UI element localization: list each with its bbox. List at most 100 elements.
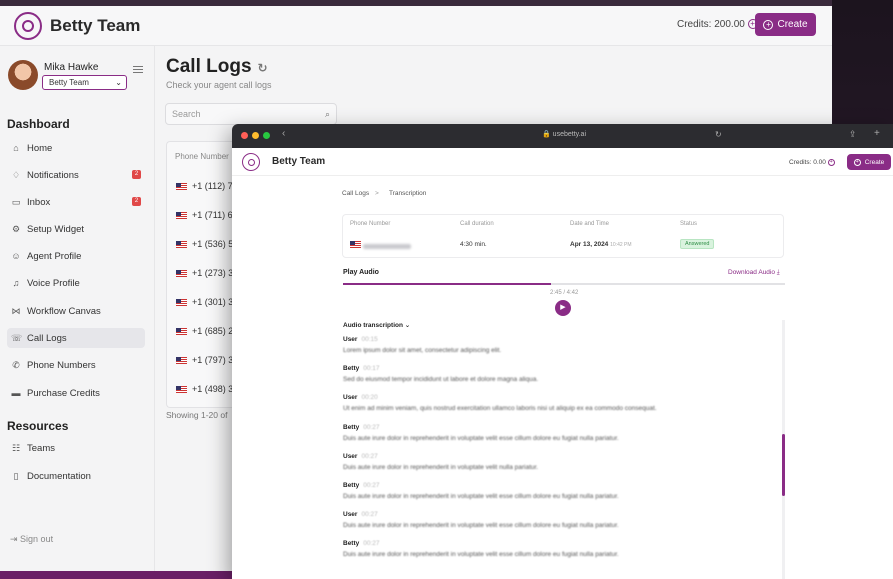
us-flag-icon: [350, 241, 361, 248]
us-flag-icon: [176, 356, 187, 364]
create-button[interactable]: + Create: [755, 13, 816, 36]
download-audio-link[interactable]: Download Audio ⤓: [728, 269, 780, 277]
avatar[interactable]: [8, 60, 38, 90]
user-name: Mika Hawke: [44, 62, 99, 73]
share-icon[interactable]: ⇪: [849, 129, 857, 140]
book-icon: ▯: [13, 470, 19, 481]
status-badge: Answered: [680, 239, 715, 249]
workflow-icon: ⋈: [11, 305, 21, 316]
us-flag-icon: [176, 240, 187, 248]
brand-logo-icon: [14, 12, 42, 40]
sidebar-item-voice-profile[interactable]: ♫ Voice Profile: [7, 273, 145, 293]
chevron-down-icon: ⌄: [115, 78, 122, 87]
sign-out-link[interactable]: ⇥ Sign out: [10, 534, 53, 545]
table-row[interactable]: +1 (112) 7: [176, 181, 233, 191]
transcript-text: Sed do eiusmod tempor incididunt ut labo…: [343, 376, 539, 384]
sidebar-item-phone-numbers[interactable]: ✆ Phone Numbers: [7, 355, 145, 375]
transcript-text: Duis aute irure dolor in reprehenderit i…: [343, 551, 619, 559]
new-tab-icon[interactable]: +: [874, 128, 880, 139]
sidebar-item-teams[interactable]: ☷ Teams: [7, 438, 145, 458]
page-subtitle: Check your agent call logs: [166, 80, 272, 90]
menu-icon[interactable]: [133, 66, 143, 75]
us-flag-icon: [176, 269, 187, 277]
create-button[interactable]: + Create: [847, 154, 891, 170]
sidebar-item-label: Setup Widget: [27, 223, 85, 235]
table-row[interactable]: +1 (711) 6: [176, 210, 233, 220]
column-header-phone: Phone Number: [175, 152, 229, 161]
table-row[interactable]: +1 (536) 5: [176, 239, 233, 249]
transcription-title[interactable]: Audio transcription ⌄: [343, 321, 410, 329]
sidebar-item-inbox[interactable]: ▭ Inbox 2: [7, 192, 145, 212]
detail-date: Apr 13, 2024 10:42 PM: [570, 241, 632, 248]
us-flag-icon: [176, 182, 187, 190]
page-title: Call Logs ↻: [166, 56, 268, 77]
us-flag-icon: [176, 385, 187, 393]
sidebar-item-label: Teams: [27, 442, 55, 454]
pagination-info: Showing 1-20 of: [166, 410, 228, 420]
sidebar-item-home[interactable]: ⌂ Home: [7, 138, 145, 158]
sidebar-item-label: Agent Profile: [27, 250, 82, 262]
credits-display: Credits: 0.00 +: [789, 159, 835, 166]
table-row[interactable]: +1 (685) 2: [176, 326, 233, 336]
sidebar-item-documentation[interactable]: ▯ Documentation: [7, 466, 145, 486]
address-bar[interactable]: 🔒 usebetty.ai: [542, 130, 586, 138]
refresh-icon[interactable]: ↻: [258, 61, 268, 75]
sidebar-item-setup-widget[interactable]: ⚙ Setup Widget: [7, 219, 145, 239]
sidebar-item-label: Workflow Canvas: [27, 305, 101, 317]
transcript-speaker: User 00:20: [343, 394, 378, 402]
voice-icon: ♫: [12, 278, 20, 288]
search-input[interactable]: Search ⌕: [165, 103, 337, 125]
top-bar: Betty Team Credits: 200.00 + + Create: [0, 6, 832, 46]
plus-icon: +: [763, 19, 774, 30]
sidebar-item-agent-profile[interactable]: ☺ Agent Profile: [7, 246, 145, 266]
transcript-text: Duis aute irure dolor in reprehenderit i…: [343, 463, 539, 471]
transcript-speaker: Betty 00:27: [343, 423, 380, 431]
breadcrumb-current: Transcription: [389, 190, 427, 197]
close-window-button[interactable]: [241, 132, 248, 139]
add-credits-icon[interactable]: +: [827, 159, 835, 166]
audio-progress-track[interactable]: [343, 283, 785, 285]
phone-icon: ✆: [12, 359, 20, 370]
section-dashboard: Dashboard: [7, 117, 70, 131]
sidebar: Mika Hawke Betty Team ⌄ Dashboard ⌂ Home ♢ N…: [0, 46, 155, 571]
table-row[interactable]: +1 (273) 3: [176, 268, 233, 278]
play-button[interactable]: ▶: [555, 300, 571, 316]
minimize-window-button[interactable]: [252, 132, 259, 139]
us-flag-icon: [176, 211, 187, 219]
sidebar-item-purchase-credits[interactable]: ▬ Purchase Credits: [7, 383, 145, 403]
section-resources: Resources: [7, 419, 69, 433]
table-row[interactable]: +1 (301) 3: [176, 297, 233, 307]
detail-duration: 4:30 min.: [460, 241, 487, 248]
notification-badge: 2: [132, 170, 141, 179]
sidebar-item-notifications[interactable]: ♢ Notifications 2: [7, 165, 145, 185]
sidebar-item-label: Home: [27, 142, 53, 154]
back-arrow-icon[interactable]: ‹: [282, 128, 285, 139]
browser-toolbar: ‹ 🔒 usebetty.ai ↻ ⇪ +: [232, 124, 893, 148]
maximize-window-button[interactable]: [263, 132, 270, 139]
transcript-speaker: Betty 00:27: [343, 482, 380, 489]
brand-name: Betty Team: [272, 156, 326, 167]
us-flag-icon: [176, 327, 187, 335]
sidebar-item-call-logs[interactable]: ☏ Call Logs: [7, 328, 145, 348]
notification-badge: 2: [132, 197, 141, 206]
sidebar-item-workflow-canvas[interactable]: ⋈ Workflow Canvas: [7, 301, 145, 321]
transcript-text: Lorem ipsum dolor sit amet, consectetur …: [343, 347, 502, 354]
reload-icon[interactable]: ↻: [715, 130, 722, 139]
chevron-down-icon: ⌄: [404, 322, 411, 329]
header-phone: Phone Number: [350, 221, 391, 227]
header-duration: Call duration: [460, 221, 494, 227]
team-select[interactable]: Betty Team ⌄: [42, 75, 127, 90]
table-row[interactable]: +1 (498) 3: [176, 384, 233, 394]
sidebar-item-label: Purchase Credits: [27, 387, 100, 399]
brand-logo-icon: [242, 153, 260, 171]
table-row[interactable]: +1 (797) 3: [176, 355, 233, 365]
gear-icon: ⚙: [11, 223, 21, 234]
transcript-text: Duis aute irure dolor in reprehenderit i…: [343, 434, 619, 442]
transcript-speaker: User 00:15: [343, 336, 378, 343]
transcript-scrollbar-thumb[interactable]: [782, 434, 785, 496]
breadcrumb-root[interactable]: Call Logs: [342, 190, 369, 197]
search-icon: ⌕: [324, 109, 330, 119]
transcript-speaker: Betty 00:27: [343, 540, 380, 548]
breadcrumb-separator: >: [375, 190, 379, 197]
plus-icon: +: [853, 158, 861, 166]
